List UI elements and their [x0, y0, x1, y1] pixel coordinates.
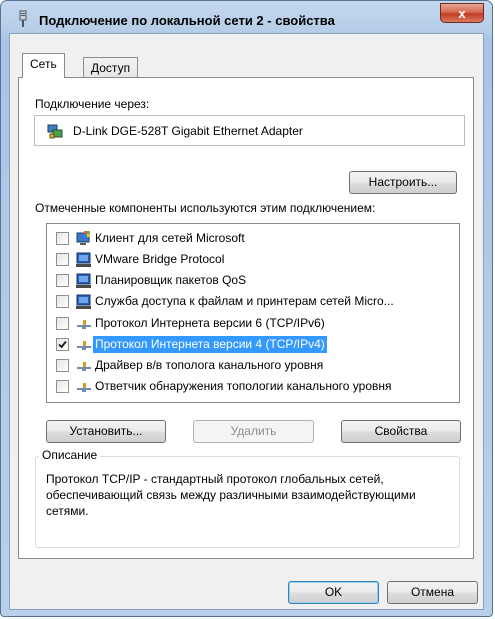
components-list[interactable]: Клиент для сетей Microsoft VMware Bridge…	[46, 223, 460, 403]
component-checkbox[interactable]	[56, 295, 69, 308]
list-item[interactable]: Клиент для сетей Microsoft	[47, 228, 459, 250]
component-checkbox[interactable]	[56, 359, 69, 372]
component-checkbox[interactable]	[56, 232, 69, 245]
description-text: Протокол TCP/IP - стандартный протокол г…	[46, 472, 416, 518]
component-checkbox-checked[interactable]	[56, 338, 69, 351]
component-label: Протокол Интернета версии 6 (TCP/IPv6)	[95, 316, 325, 330]
uninstall-button[interactable]: Удалить	[193, 420, 314, 443]
component-label: Драйвер в/в тополога канального уровня	[95, 358, 324, 372]
list-item[interactable]: Планировщик пакетов QoS	[47, 270, 459, 292]
tab-sharing[interactable]: Доступ	[83, 57, 139, 79]
protocol-icon	[77, 362, 91, 371]
component-label: Протокол Интернета версии 4 (TCP/IPv4)	[93, 336, 327, 353]
tab-network-label: Сеть	[30, 57, 57, 71]
protocol-icon	[77, 320, 91, 329]
description-legend: Описание	[39, 448, 101, 462]
network-adapter-icon	[47, 124, 63, 139]
install-button[interactable]: Установить...	[46, 420, 166, 443]
component-checkbox[interactable]	[56, 253, 69, 266]
close-button[interactable]: x	[440, 3, 484, 23]
list-item[interactable]: Драйвер в/в тополога канального уровня	[47, 355, 459, 377]
connect-using-label: Подключение через:	[35, 97, 150, 111]
list-item[interactable]: Служба доступа к файлам и принтерам сете…	[47, 291, 459, 313]
component-label: Планировщик пакетов QoS	[95, 273, 247, 287]
close-icon: x	[458, 6, 466, 21]
list-item-selected[interactable]: Протокол Интернета версии 4 (TCP/IPv4)	[47, 334, 459, 356]
service-icon	[76, 294, 91, 309]
tab-sharing-label: Доступ	[91, 61, 131, 75]
components-label: Отмеченные компоненты используются этим …	[35, 201, 376, 215]
service-icon	[76, 273, 91, 288]
adapter-box: D-Link DGE-528T Gigabit Ethernet Adapter	[34, 115, 465, 146]
component-checkbox[interactable]	[56, 274, 69, 287]
properties-window: Подключение по локальной сети 2 - свойст…	[0, 0, 493, 617]
adapter-name: D-Link DGE-528T Gigabit Ethernet Adapter	[73, 124, 303, 138]
network-client-icon	[76, 231, 90, 245]
protocol-icon	[77, 341, 91, 350]
list-item[interactable]: Ответчик обнаружения топологии канальног…	[47, 376, 459, 398]
component-checkbox[interactable]	[56, 380, 69, 393]
component-label: Ответчик обнаружения топологии канальног…	[95, 379, 392, 393]
network-connection-icon	[19, 10, 27, 27]
tab-network[interactable]: Сеть	[22, 53, 65, 78]
service-icon	[76, 252, 91, 267]
list-item[interactable]: Протокол Интернета версии 6 (TCP/IPv6)	[47, 313, 459, 335]
component-label: VMware Bridge Protocol	[95, 252, 225, 266]
checkmark-icon	[58, 340, 67, 349]
component-label: Клиент для сетей Microsoft	[95, 231, 245, 245]
list-item[interactable]: VMware Bridge Protocol	[47, 249, 459, 271]
ok-button[interactable]: OK	[288, 581, 379, 604]
component-checkbox[interactable]	[56, 317, 69, 330]
configure-button[interactable]: Настроить...	[349, 171, 457, 194]
window-title: Подключение по локальной сети 2 - свойст…	[39, 13, 335, 28]
cancel-button[interactable]: Отмена	[387, 581, 478, 604]
properties-button[interactable]: Свойства	[341, 420, 461, 443]
protocol-icon	[77, 383, 91, 392]
component-label: Служба доступа к файлам и принтерам сете…	[95, 294, 394, 308]
